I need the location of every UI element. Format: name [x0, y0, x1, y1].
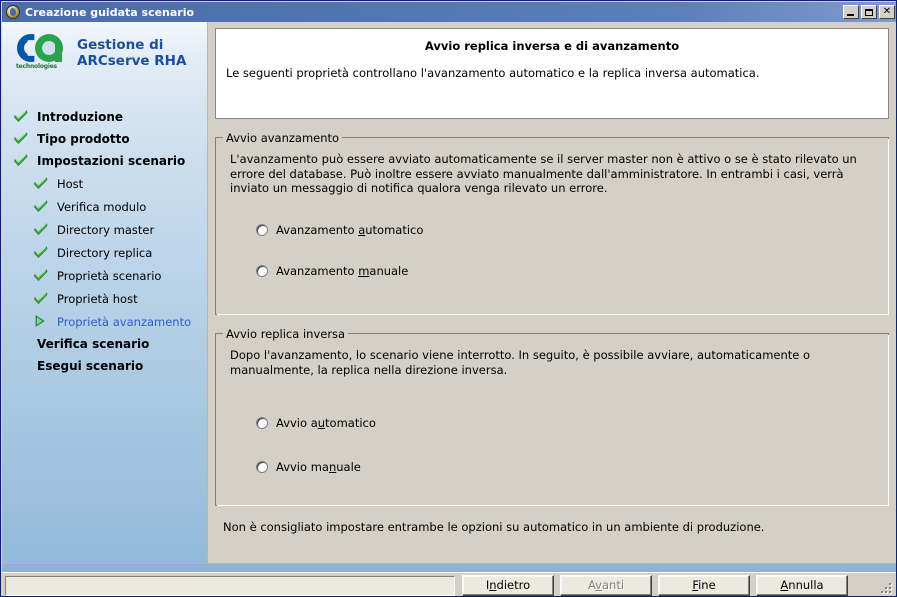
brand-block: technologies Gestione di ARCserve RHA: [2, 22, 207, 74]
sidebar-step-8[interactable]: Proprietà host: [2, 287, 207, 310]
sidebar-step-4[interactable]: Verifica modulo: [2, 195, 207, 218]
status-message-panel: [5, 575, 455, 596]
brand-title-line1: Gestione di: [77, 37, 164, 53]
minimize-button[interactable]: [843, 5, 859, 19]
sidebar-step-label: Proprietà avanzamento: [57, 314, 192, 329]
sidebar-step-label: Proprietà host: [57, 291, 138, 306]
page-title: Avvio replica inversa e di avanzamento: [424, 39, 680, 53]
group-forward-description: L'avanzamento può essere avviato automat…: [230, 152, 857, 195]
radio-backward-automatic-label: Avvio automatico: [276, 416, 376, 430]
radio-forward-automatic-label: Avanzamento automatico: [276, 222, 424, 237]
sidebar-step-label: Verifica modulo: [57, 199, 147, 214]
button-label-accel: n: [489, 578, 497, 592]
radio-forward-manual-label: Avanzamento manuale: [276, 263, 409, 278]
main-pane: Avvio replica inversa e di avanzamento L…: [209, 22, 896, 563]
footer-bar: Indietro Avanti Fine Annulla: [2, 563, 896, 596]
sidebar-step-3[interactable]: Host: [2, 172, 207, 195]
brand-title: Gestione di ARCserve RHA: [77, 34, 186, 69]
sidebar-step-1[interactable]: Tipo prodotto: [2, 128, 207, 150]
production-note: Non è consigliato impostare entrambe le …: [223, 520, 765, 534]
page-subtitle: Le seguenti proprietà controllano l'avan…: [226, 66, 760, 80]
cancel-button[interactable]: Annulla: [756, 575, 848, 596]
sidebar-step-label: Verifica scenario: [37, 337, 150, 351]
sidebar-step-9[interactable]: Proprietà avanzamento: [2, 310, 207, 333]
sidebar-step-label: Directory replica: [57, 245, 153, 260]
button-label-accel: v: [595, 578, 602, 592]
maximize-button[interactable]: [861, 5, 877, 19]
wizard-sidebar: technologies Gestione di ARCserve RHA In…: [2, 22, 208, 563]
radio-backward-automatic-control[interactable]: [256, 417, 268, 429]
sidebar-step-10[interactable]: Verifica scenario: [2, 333, 207, 355]
check-icon: [34, 222, 50, 237]
sidebar-step-label: Esegui scenario: [37, 359, 144, 373]
step-no-icon: [14, 337, 30, 351]
sidebar-step-2[interactable]: Impostazioni scenario: [2, 150, 207, 172]
check-icon: [14, 154, 30, 168]
footer-button-group: Indietro Avanti Fine Annulla: [462, 575, 848, 596]
radio-forward-automatic[interactable]: Avanzamento automatico: [256, 222, 874, 238]
window-controls: ✕: [843, 5, 895, 19]
sidebar-step-label: Introduzione: [37, 110, 124, 124]
back-button[interactable]: Indietro: [462, 575, 554, 596]
check-icon: [34, 291, 50, 306]
radio-backward-manual-control[interactable]: [256, 461, 268, 473]
radio-forward-automatic-control[interactable]: [256, 223, 268, 236]
sidebar-step-6[interactable]: Directory replica: [2, 241, 207, 264]
next-button: Avanti: [560, 575, 652, 596]
window-title: Creazione guidata scenario: [25, 5, 195, 19]
check-icon: [34, 245, 50, 260]
brand-title-line2: ARCserve RHA: [77, 53, 187, 69]
sidebar-step-label: Proprietà scenario: [57, 268, 162, 283]
sidebar-step-label: Host: [57, 176, 84, 191]
check-icon: [14, 110, 30, 124]
check-icon: [34, 176, 50, 191]
button-label-post: anti: [601, 578, 625, 592]
group-backward: Avvio replica inversa Dopo l'avanzamento…: [215, 327, 889, 506]
close-button[interactable]: ✕: [879, 5, 895, 19]
radio-backward-automatic[interactable]: Avvio automatico: [256, 415, 874, 431]
finish-button[interactable]: Fine: [658, 575, 750, 596]
sidebar-step-label: Impostazioni scenario: [37, 154, 186, 168]
sidebar-step-5[interactable]: Directory master: [2, 218, 207, 241]
radio-forward-manual[interactable]: Avanzamento manuale: [256, 263, 874, 279]
group-forward-legend: Avvio avanzamento: [223, 131, 343, 145]
status-bar: Indietro Avanti Fine Annulla: [2, 572, 896, 596]
group-backward-legend: Avvio replica inversa: [223, 327, 349, 341]
arrow-right-icon: [34, 314, 50, 329]
check-icon: [14, 132, 30, 146]
sidebar-step-0[interactable]: Introduzione: [2, 106, 207, 128]
radio-forward-manual-control[interactable]: [256, 264, 268, 277]
title-bar: Creazione guidata scenario ✕: [2, 2, 896, 22]
close-icon: ✕: [882, 6, 892, 17]
group-forward: Avvio avanzamento L'avanzamento può esse…: [215, 131, 889, 315]
ca-logo-icon: technologies: [15, 34, 67, 74]
page-header: Avvio replica inversa e di avanzamento L…: [215, 28, 889, 119]
check-icon: [34, 268, 50, 283]
resize-grip[interactable]: [876, 578, 892, 594]
app-globe-icon: [5, 4, 21, 20]
button-label-post: ine: [698, 578, 716, 592]
sidebar-step-label: Directory master: [57, 222, 155, 237]
wizard-window: Creazione guidata scenario ✕ technologie…: [0, 0, 897, 597]
check-icon: [34, 199, 50, 214]
client-area: technologies Gestione di ARCserve RHA In…: [2, 22, 896, 596]
sidebar-step-11[interactable]: Esegui scenario: [2, 355, 207, 377]
wizard-step-list: Introduzione Tipo prodotto Impostazioni sc…: [2, 106, 207, 377]
sidebar-step-7[interactable]: Proprietà scenario: [2, 264, 207, 287]
button-label-post: dietro: [496, 578, 531, 592]
button-label-post: nnulla: [788, 578, 824, 592]
ca-logo-tagline: technologies: [16, 63, 57, 70]
group-backward-description: Dopo l'avanzamento, lo scenario viene in…: [230, 348, 811, 377]
step-no-icon: [14, 359, 30, 373]
radio-backward-manual[interactable]: Avvio manuale: [256, 459, 874, 475]
sidebar-step-label: Tipo prodotto: [37, 132, 130, 146]
radio-backward-manual-label: Avvio manuale: [276, 460, 361, 474]
